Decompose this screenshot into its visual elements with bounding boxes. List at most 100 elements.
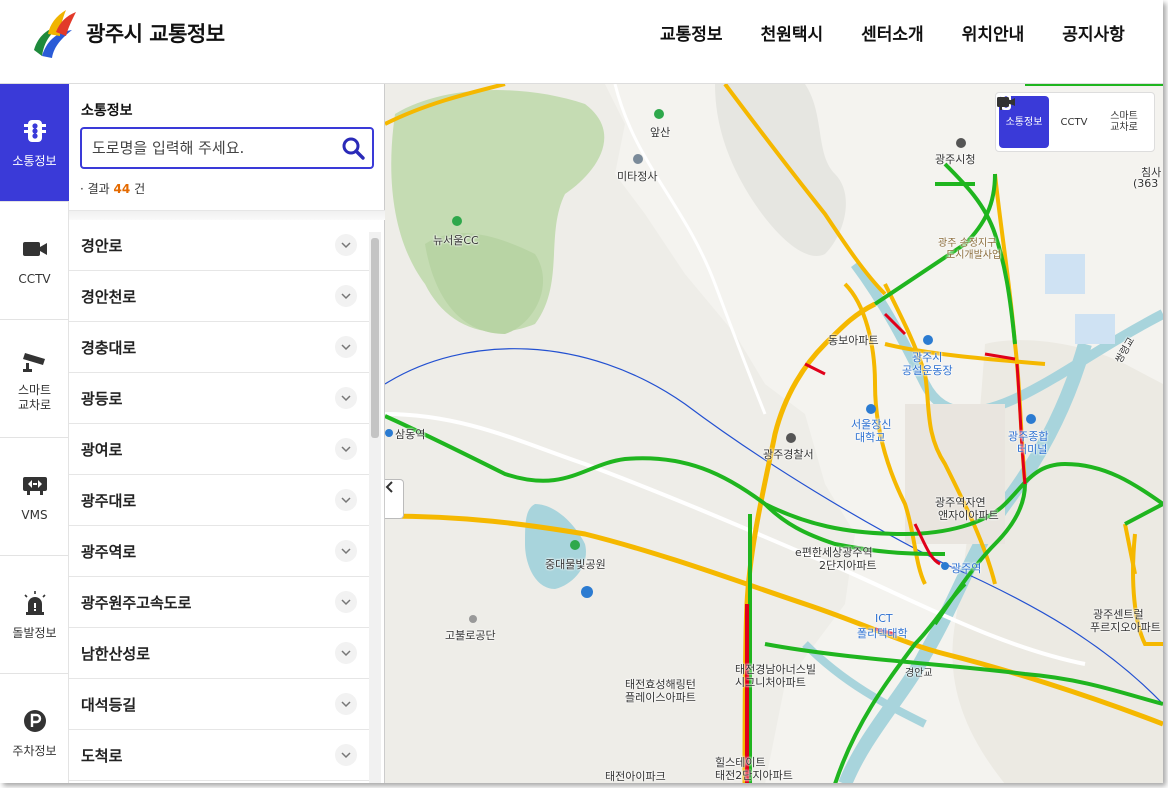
chevron-down-icon[interactable] — [335, 591, 357, 613]
sidebar-item-traffic[interactable]: 소통정보 — [0, 84, 69, 202]
road-search-input[interactable] — [92, 137, 332, 159]
chevron-down-icon[interactable] — [335, 693, 357, 715]
police-icon — [786, 433, 796, 443]
nav-traffic-info[interactable]: 교통정보 — [660, 20, 723, 45]
layer-label: 소통정보 — [1005, 116, 1043, 128]
sidebar-item-incident[interactable]: 돌발정보 — [0, 556, 69, 674]
sidebar-item-label: VMS — [21, 508, 48, 522]
vms-sign-icon — [20, 470, 50, 500]
sidebar-item-label: CCTV — [18, 272, 51, 286]
road-name: 경충대로 — [81, 338, 137, 357]
road-list-item[interactable]: 경안로 — [69, 220, 369, 271]
park-icon — [570, 540, 580, 550]
map-label-ict: ICT — [875, 612, 893, 625]
road-list-item[interactable]: 광여로 — [69, 424, 369, 475]
header: 광주시 교통정보 교통정보 천원택시 센터소개 위치안내 공지사항 — [0, 0, 1163, 84]
chevron-down-icon[interactable] — [335, 438, 357, 460]
road-list-item[interactable]: 대석등길 — [69, 679, 369, 730]
traffic-panel: 소통정보 · 결과 44 건 경안로경안천로경충대로광등로광여로광주대로광주역로… — [69, 84, 385, 783]
layer-smart-crossroad-button[interactable]: 스마트 교차로 — [998, 96, 1149, 148]
chevron-down-icon[interactable] — [335, 744, 357, 766]
nav-center[interactable]: 센터소개 — [861, 20, 924, 45]
chevron-down-icon[interactable] — [335, 540, 357, 562]
road-list-item[interactable]: 남한산성로 — [69, 628, 369, 679]
chevron-down-icon[interactable] — [335, 387, 357, 409]
sidebar-item-label: 돌발정보 — [12, 626, 57, 640]
smart-camera-icon — [20, 345, 50, 375]
main-nav: 교통정보 천원택시 센터소개 위치안내 공지사항 — [660, 20, 1163, 45]
city-logo[interactable] — [28, 6, 80, 60]
road-list-item[interactable]: 광주원주고속도로 — [69, 577, 369, 628]
panel-divider — [69, 210, 385, 220]
map-label-cityhall: 광주시청 — [935, 153, 976, 166]
stadium-icon — [923, 335, 933, 345]
terminal-icon — [1026, 414, 1036, 424]
mountain-icon — [654, 109, 664, 119]
site-title[interactable]: 광주시 교통정보 — [86, 18, 225, 48]
road-name: 광주원주고속도로 — [81, 593, 192, 612]
browser-viewport: 광주시 교통정보 교통정보 천원택시 센터소개 위치안내 공지사항 소통정보 C… — [0, 0, 1163, 783]
list-scrollbar[interactable] — [369, 232, 381, 783]
road-list-item[interactable]: 광주역로 — [69, 526, 369, 577]
map-label-stadium2: 공설운동장 — [902, 364, 953, 377]
traffic-light-icon — [20, 116, 50, 146]
scrollbar-thumb[interactable] — [371, 238, 379, 438]
map-layer-control: 소통정보 CCTV 스마트 교차로 — [995, 92, 1155, 152]
chevron-down-icon[interactable] — [335, 234, 357, 256]
road-list-item[interactable]: 경안천로 — [69, 271, 369, 322]
golf-icon — [452, 216, 462, 226]
chevron-down-icon[interactable] — [335, 489, 357, 511]
map-label-chimsa-height: (363 — [1133, 177, 1159, 190]
map-label-samdong: 삼동역 — [395, 428, 426, 441]
layer-label: 스마트 교차로 — [1110, 111, 1138, 133]
chevron-down-icon[interactable] — [335, 642, 357, 664]
road-list-item[interactable]: 도척로 — [69, 730, 369, 781]
map-label-ecomfort2: 2단지아파트 — [819, 559, 877, 572]
parking-icon — [20, 706, 50, 736]
road-list-item[interactable]: 광등로 — [69, 373, 369, 424]
road-name: 남한산성로 — [81, 644, 151, 663]
map-label-terminal2: 터미널 — [1017, 443, 1048, 456]
map-label-taejeon2b: 시그니처아파트 — [735, 676, 806, 689]
sidebar-item-vms[interactable]: VMS — [0, 438, 69, 556]
map-label-police: 광주경찰서 — [763, 448, 814, 461]
road-name: 도척로 — [81, 746, 123, 765]
nav-notice[interactable]: 공지사항 — [1062, 20, 1125, 45]
sidebar-item-cctv[interactable]: CCTV — [0, 202, 69, 320]
traffic-map[interactable]: 앞산 미타정사 뉴서울CC 광주시청 광주 송정지구 도시개발사업 동보아파트 … — [385, 84, 1163, 783]
cctv-icon — [20, 234, 50, 264]
road-name: 광여로 — [81, 440, 123, 459]
road-name: 광주대로 — [81, 491, 137, 510]
map-label-industrial: 고불로공단 — [445, 629, 496, 642]
map-label-temple: 미타정사 — [617, 170, 658, 183]
map-label-park: 중대물빛공원 — [545, 558, 606, 571]
smart-camera-icon — [998, 97, 1014, 110]
nav-taxi[interactable]: 천원택시 — [761, 20, 824, 45]
university-icon — [866, 404, 876, 414]
road-list-item[interactable]: 광주대로 — [69, 475, 369, 526]
samdong-station-icon — [385, 429, 393, 437]
search-box — [80, 127, 374, 169]
map-label-songjeong2: 도시개발사업 — [946, 250, 1002, 261]
chevron-down-icon[interactable] — [335, 336, 357, 358]
chevron-left-icon — [385, 481, 393, 493]
station-icon — [941, 562, 949, 570]
road-list-item[interactable]: 경충대로 — [69, 322, 369, 373]
map-label-taejeon4: 태전아이파크 — [605, 770, 666, 783]
nav-location[interactable]: 위치안내 — [962, 20, 1025, 45]
search-icon[interactable] — [340, 135, 366, 161]
industrial-icon — [469, 615, 477, 623]
sidebar-item-parking[interactable]: 주차정보 — [0, 674, 69, 783]
map-label-ict2: 폴리텍대학 — [857, 627, 908, 640]
result-suffix: 건 — [134, 182, 146, 196]
road-name: 경안천로 — [81, 287, 137, 306]
panel-collapse-button[interactable] — [385, 479, 404, 519]
sidebar-item-smart-crossroad[interactable]: 스마트 교차로 — [0, 320, 69, 438]
cityhall-icon — [956, 138, 966, 148]
chevron-down-icon[interactable] — [335, 285, 357, 307]
map-label-taejeon1b: 플레이스아파트 — [625, 691, 696, 704]
map-label-taejeon3b: 태전2단지아파트 — [715, 769, 793, 782]
road-name: 광등로 — [81, 389, 123, 408]
temple-icon — [633, 154, 643, 164]
layer-cctv-button[interactable]: CCTV — [997, 96, 1099, 148]
